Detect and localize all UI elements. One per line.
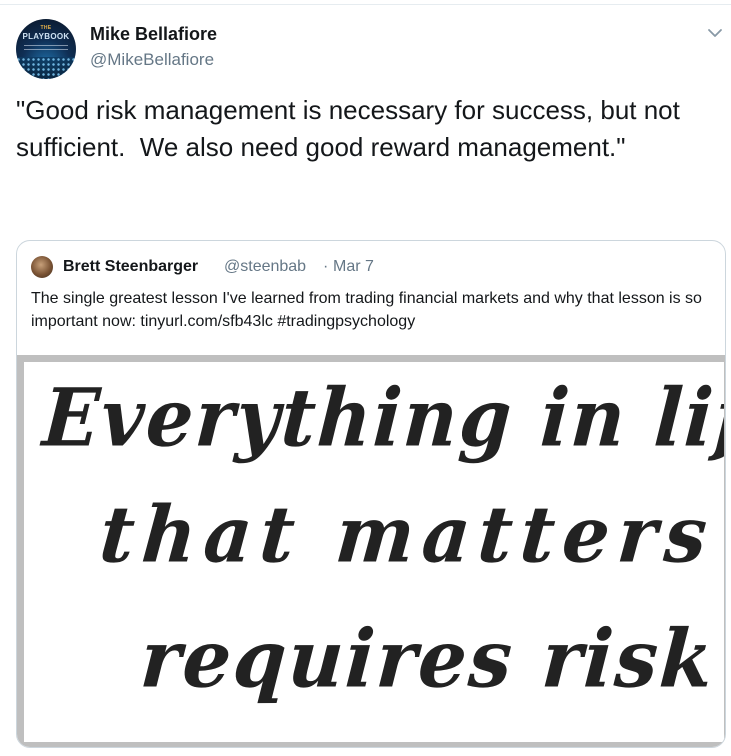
quoted-tweet-date[interactable]: Mar 7 xyxy=(333,258,374,276)
quote-image-canvas: Everything in life that matters requires… xyxy=(24,362,724,742)
quoted-author-screen-name: @steenbab xyxy=(224,258,307,275)
author-avatar[interactable]: THE PLAYBOOK xyxy=(16,19,76,79)
quoted-author-display-name: Brett Steenbarger xyxy=(63,258,199,275)
quoted-tweet-text: The single greatest lesson I've learned … xyxy=(31,290,702,330)
quoted-tweet-card[interactable]: Brett Steenbarger @steenbab · Mar 7 The … xyxy=(16,240,726,748)
avatar-logo-main: PLAYBOOK xyxy=(22,32,70,41)
image-text-line-2: that matters xyxy=(96,490,719,581)
tweet-text: "Good risk management is necessary for s… xyxy=(16,95,688,162)
author-screen-name[interactable]: @MikeBellafiore xyxy=(90,50,214,70)
image-text-line-3: requires risk xyxy=(137,612,718,706)
avatar-graphic xyxy=(16,57,76,79)
avatar-logo-text: THE PLAYBOOK xyxy=(16,25,76,41)
chevron-down-icon[interactable] xyxy=(706,24,724,42)
quoted-tweet-image[interactable]: Everything in life that matters requires… xyxy=(17,355,725,747)
avatar-logo-small: THE xyxy=(40,25,52,31)
author-display-name[interactable]: Mike Bellafiore xyxy=(90,24,217,45)
quoted-meta-separator: · xyxy=(323,258,329,275)
top-divider xyxy=(0,0,731,5)
image-text-line-1: Everything in life xyxy=(39,372,724,465)
avatar-subtitle-lines xyxy=(24,45,68,53)
quoted-author-avatar xyxy=(31,256,53,278)
